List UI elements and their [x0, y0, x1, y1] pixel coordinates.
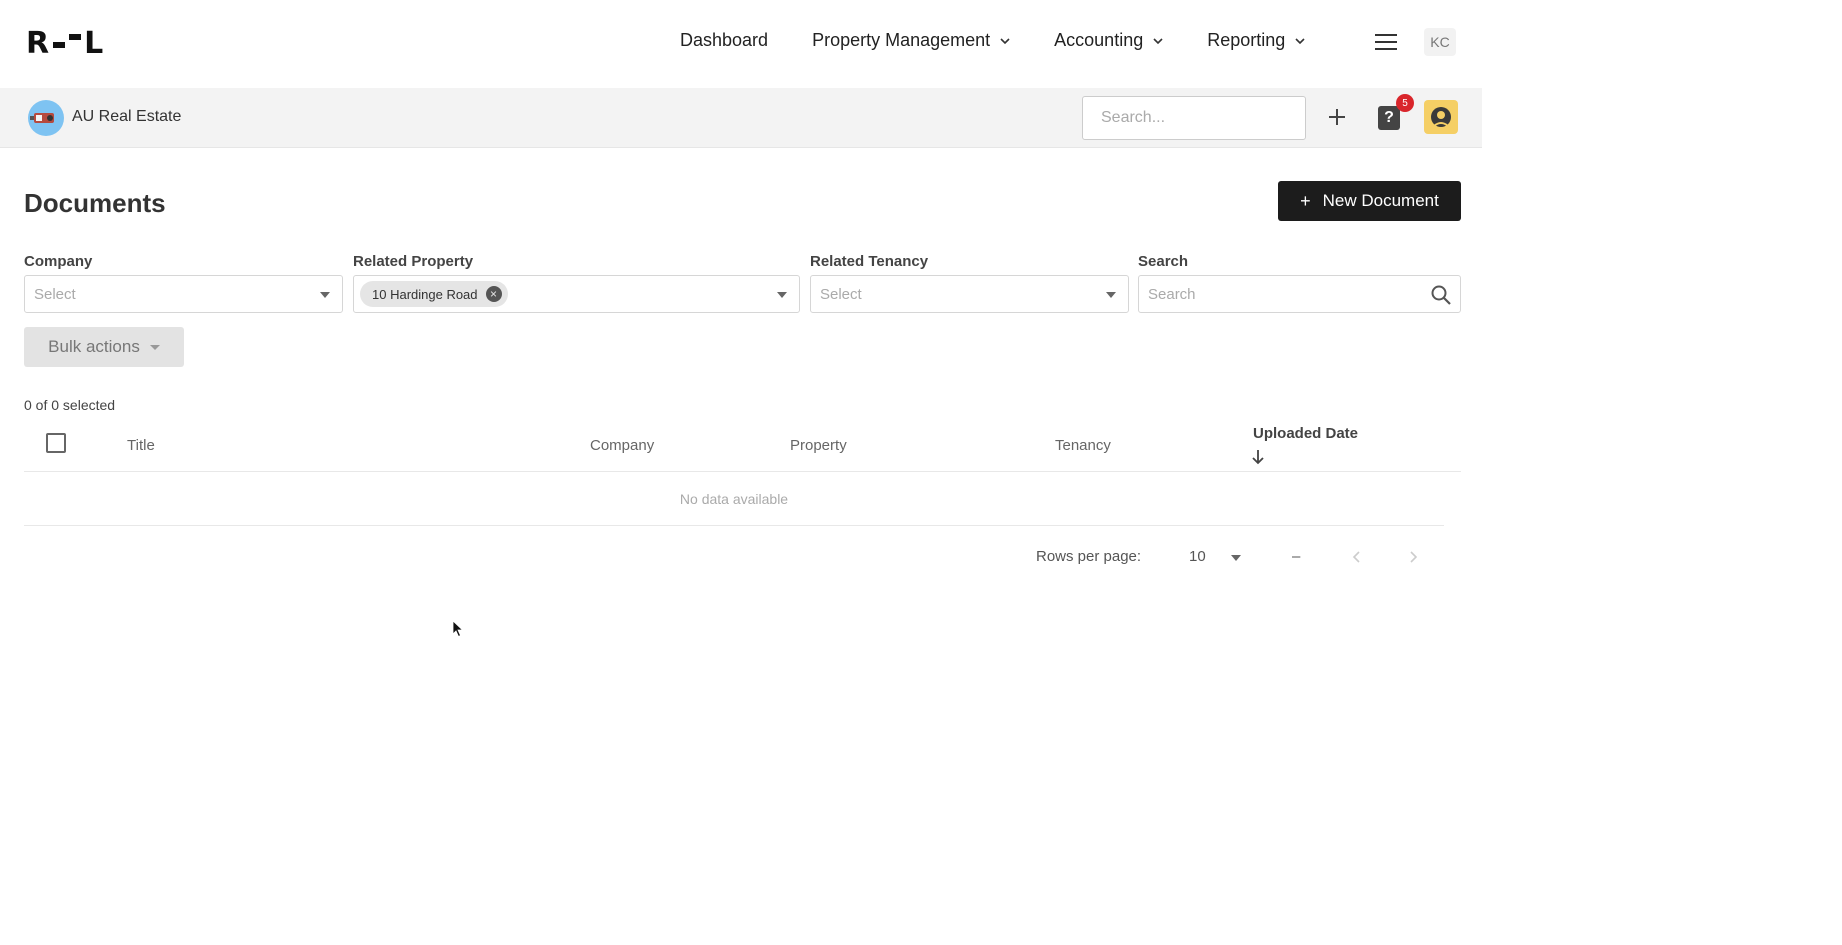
document-search-placeholder: Search — [1148, 285, 1196, 303]
search-filter-label: Search — [1138, 253, 1189, 270]
top-navigation: RL Dashboard Property Management Account… — [0, 0, 1482, 88]
nav-links: Dashboard Property Management Accounting… — [680, 30, 1349, 51]
profile-avatar[interactable] — [1424, 100, 1458, 134]
profile-picture-icon — [1431, 107, 1451, 127]
document-search-input[interactable]: Search — [1138, 275, 1461, 313]
nav-property-management[interactable]: Property Management — [812, 30, 1010, 51]
tenancy-select-placeholder: Select — [820, 285, 862, 303]
column-uploaded-date[interactable]: Uploaded Date — [1253, 425, 1358, 442]
company-select[interactable]: Select — [24, 275, 343, 313]
new-document-button[interactable]: + New Document — [1278, 181, 1461, 221]
org-name: AU Real Estate — [72, 108, 182, 125]
plus-icon: + — [1300, 190, 1311, 211]
empty-state-row: No data available — [24, 472, 1444, 526]
organization-bar: AU Real Estate ? 5 — [0, 88, 1482, 148]
rows-per-page-label: Rows per page: — [1036, 548, 1142, 565]
tenancy-select[interactable]: Select — [810, 275, 1129, 313]
remove-chip-icon[interactable]: × — [485, 286, 502, 302]
chevron-down-icon — [1153, 37, 1163, 44]
chevron-down-icon — [1000, 37, 1010, 44]
empty-state-text: No data available — [679, 490, 789, 507]
company-filter-label: Company — [24, 253, 93, 270]
nav-property-management-label: Property Management — [812, 30, 991, 50]
add-icon[interactable] — [1326, 106, 1348, 128]
company-select-placeholder: Select — [34, 285, 76, 303]
org-avatar[interactable] — [28, 100, 64, 136]
nav-dashboard-label: Dashboard — [680, 30, 769, 50]
rows-per-page-select[interactable]: 10 — [1189, 548, 1206, 565]
selection-count: 0 of 0 selected — [24, 397, 116, 413]
table-header: Title Company Property Tenancy Uploaded … — [24, 420, 1461, 472]
property-chip: 10 Hardinge Road × — [360, 281, 508, 307]
caret-down-icon — [777, 292, 787, 298]
property-filter-label: Related Property — [353, 253, 474, 270]
column-title[interactable]: Title — [127, 437, 155, 454]
nav-dashboard[interactable]: Dashboard — [680, 30, 768, 51]
search-icon[interactable] — [1430, 284, 1452, 306]
org-logo-icon — [30, 113, 54, 123]
property-chip-label: 10 Hardinge Road — [372, 286, 478, 302]
mouse-cursor-icon — [452, 620, 464, 638]
tenancy-filter-label: Related Tenancy — [810, 253, 929, 270]
page-range: – — [1292, 548, 1301, 565]
bulk-actions-label: Bulk actions — [48, 337, 140, 356]
column-company[interactable]: Company — [590, 437, 654, 454]
sort-descending-icon[interactable] — [1250, 448, 1266, 466]
caret-down-icon — [320, 292, 330, 298]
nav-reporting-label: Reporting — [1207, 30, 1286, 50]
nav-reporting[interactable]: Reporting — [1207, 30, 1305, 51]
global-search-input[interactable] — [1082, 96, 1306, 140]
logo[interactable]: RL — [26, 26, 104, 61]
caret-down-icon — [149, 344, 160, 350]
user-initials-avatar[interactable]: KC — [1424, 28, 1456, 56]
chevron-down-icon — [1295, 37, 1305, 44]
chevron-right-icon[interactable] — [1406, 548, 1420, 566]
notification-badge: 5 — [1396, 94, 1414, 112]
hamburger-menu-icon[interactable] — [1375, 34, 1397, 50]
caret-down-icon — [1106, 292, 1116, 298]
column-property[interactable]: Property — [790, 437, 847, 454]
chevron-left-icon[interactable] — [1350, 548, 1364, 566]
new-document-label: New Document — [1322, 191, 1439, 210]
help-icon[interactable]: ? — [1378, 106, 1400, 130]
select-all-checkbox[interactable] — [46, 433, 66, 453]
caret-down-icon[interactable] — [1231, 555, 1241, 561]
nav-accounting[interactable]: Accounting — [1054, 30, 1163, 51]
bulk-actions-button[interactable]: Bulk actions — [24, 327, 184, 367]
nav-accounting-label: Accounting — [1054, 30, 1144, 50]
property-select[interactable]: 10 Hardinge Road × — [353, 275, 800, 313]
column-tenancy[interactable]: Tenancy — [1055, 437, 1111, 454]
page-title: Documents — [24, 188, 166, 218]
app: RL Dashboard Property Management Account… — [0, 0, 1842, 945]
